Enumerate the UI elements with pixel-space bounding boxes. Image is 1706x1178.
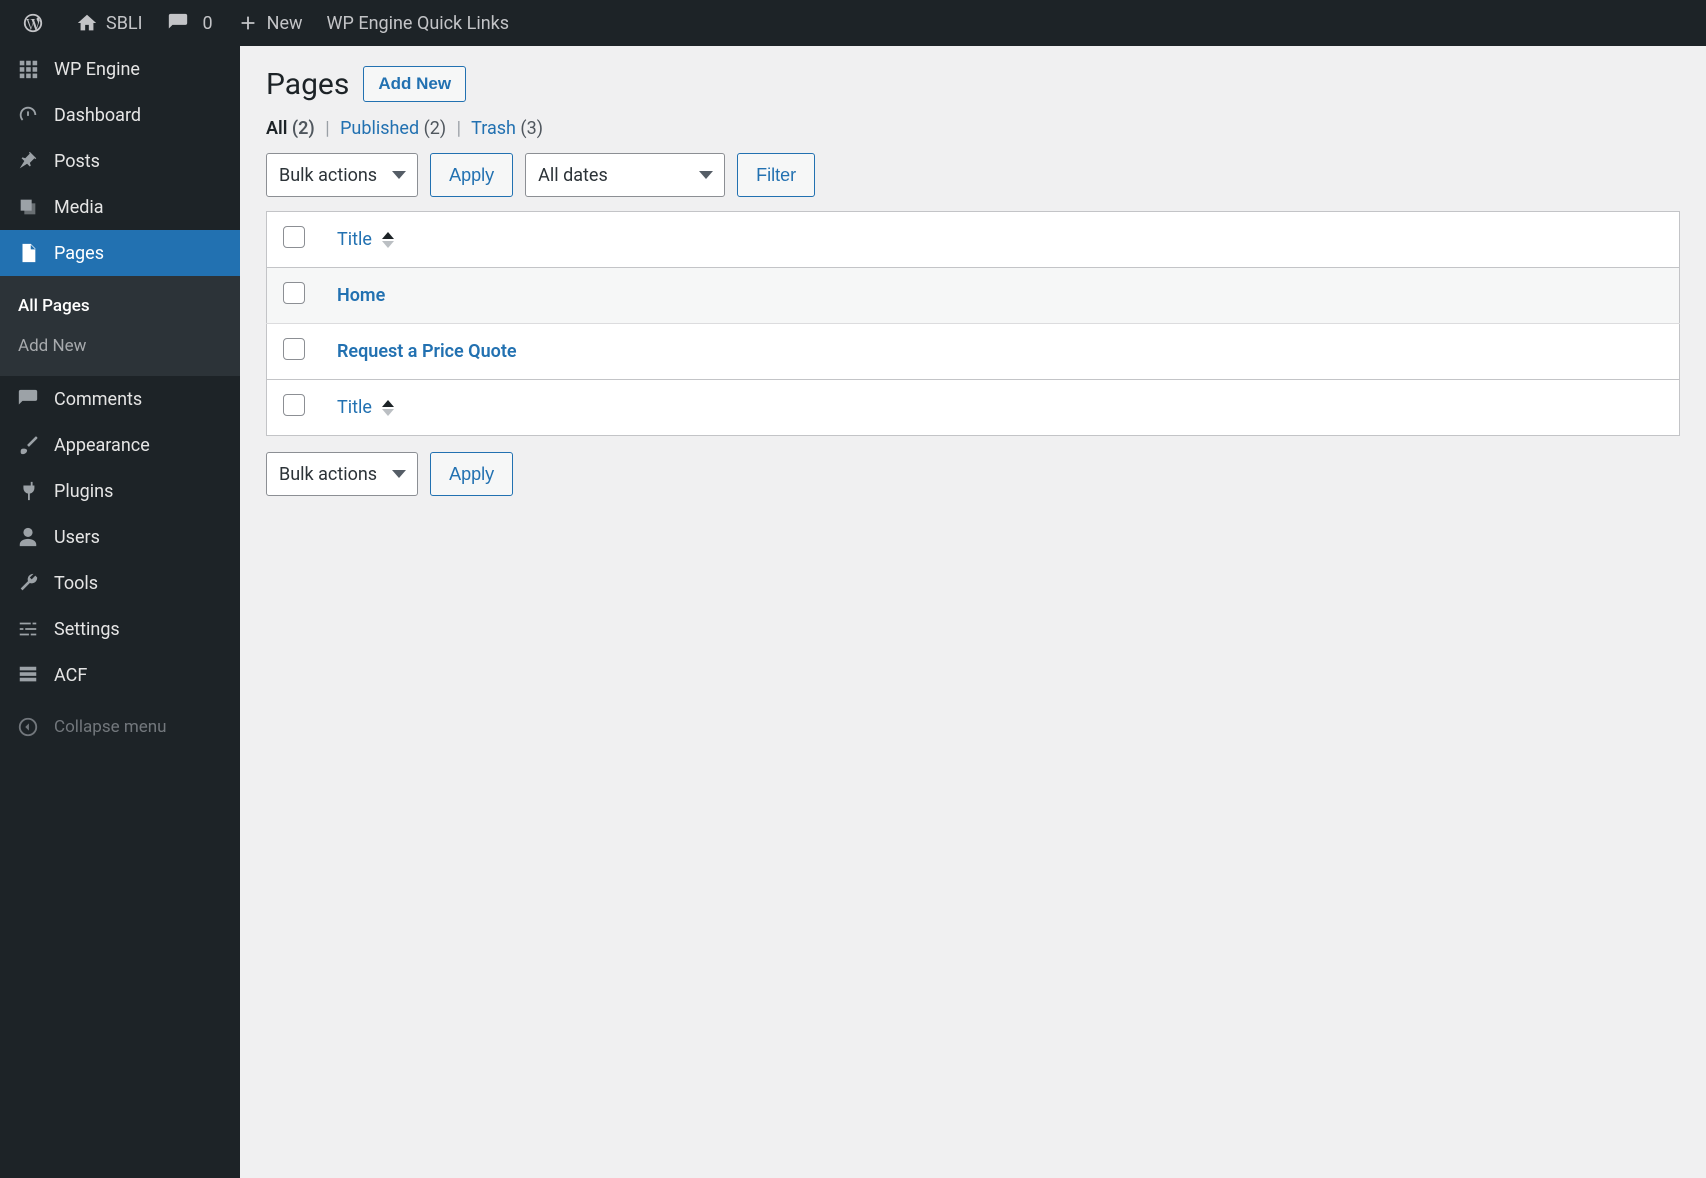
sidebar-item-plugins[interactable]: Plugins <box>0 468 240 514</box>
bulk-actions-select-bottom[interactable]: Bulk actions <box>266 452 418 496</box>
sort-indicator-icon <box>382 400 394 416</box>
sidebar-item-appearance[interactable]: Appearance <box>0 422 240 468</box>
quicklinks-label: WP Engine Quick Links <box>327 13 510 34</box>
wordpress-logo-menu[interactable] <box>10 0 64 46</box>
new-content-menu[interactable]: New <box>225 0 315 46</box>
filter-all[interactable]: All (2) <box>266 118 315 139</box>
home-icon <box>76 12 98 34</box>
sidebar-item-label: Media <box>54 197 104 218</box>
comments-menu[interactable]: 0 <box>155 0 225 46</box>
sidebar-item-comments[interactable]: Comments <box>0 376 240 422</box>
sidebar-item-label: WP Engine <box>54 59 140 80</box>
sidebar-item-dashboard[interactable]: Dashboard <box>0 92 240 138</box>
sidebar-item-label: Posts <box>54 151 100 172</box>
sidebar-item-pages[interactable]: Pages <box>0 230 240 276</box>
tablenav-top: Bulk actions Apply All dates Filter <box>266 153 1680 197</box>
sidebar-item-label: Settings <box>54 619 120 640</box>
page-title: Pages <box>266 67 349 102</box>
filter-button[interactable]: Filter <box>737 153 815 197</box>
sidebar-item-label: Users <box>54 527 100 548</box>
status-filters: All (2) | Published (2) | Trash (3) <box>266 118 1680 139</box>
collapse-label: Collapse menu <box>54 717 167 737</box>
sidebar-item-users[interactable]: Users <box>0 514 240 560</box>
admin-sidebar: WP Engine Dashboard Posts Media Pages <box>0 46 240 1178</box>
admin-bar: SBLI 0 New WP Engine Quick Links <box>0 0 1706 46</box>
wpengine-icon <box>14 58 42 80</box>
table-row: Request a Price Quote <box>267 324 1680 380</box>
sidebar-subitem-label: Add New <box>18 336 86 356</box>
grid-icon <box>14 664 42 686</box>
page-header: Pages Add New <box>266 66 1680 102</box>
sidebar-item-acf[interactable]: ACF <box>0 652 240 698</box>
comment-icon <box>14 388 42 410</box>
sidebar-item-settings[interactable]: Settings <box>0 606 240 652</box>
apply-button-top[interactable]: Apply <box>430 153 513 197</box>
sidebar-subitem-label: All Pages <box>18 296 90 316</box>
pin-icon <box>14 150 42 172</box>
sidebar-item-posts[interactable]: Posts <box>0 138 240 184</box>
sidebar-item-label: Tools <box>54 573 98 594</box>
comment-icon <box>167 12 189 34</box>
sidebar-subitem-add-new[interactable]: Add New <box>0 326 240 366</box>
filter-published[interactable]: Published (2) <box>340 118 446 139</box>
sidebar-item-label: Plugins <box>54 481 113 502</box>
dashboard-icon <box>14 104 42 126</box>
site-name-menu[interactable]: SBLI <box>64 0 155 46</box>
user-icon <box>14 526 42 548</box>
row-checkbox[interactable] <box>283 338 305 360</box>
column-footer-title[interactable]: Title <box>321 380 1680 436</box>
select-all-bottom-checkbox[interactable] <box>283 394 305 416</box>
pages-table: Title Home Request a Price Quote <box>266 211 1680 436</box>
tablenav-bottom: Bulk actions Apply <box>266 452 1680 496</box>
sidebar-item-label: Pages <box>54 243 104 264</box>
column-header-title[interactable]: Title <box>321 212 1680 268</box>
sidebar-item-label: Appearance <box>54 435 150 456</box>
row-title-link[interactable]: Request a Price Quote <box>337 341 517 362</box>
media-icon <box>14 196 42 218</box>
sidebar-submenu-pages: All Pages Add New <box>0 276 240 376</box>
add-new-button[interactable]: Add New <box>363 66 466 102</box>
wordpress-logo-icon <box>22 12 44 34</box>
sidebar-item-label: Dashboard <box>54 105 141 126</box>
row-title-link[interactable]: Home <box>337 285 385 306</box>
new-label: New <box>267 13 303 34</box>
filter-trash[interactable]: Trash (3) <box>471 118 543 139</box>
plug-icon <box>14 480 42 502</box>
collapse-menu-button[interactable]: Collapse menu <box>0 702 240 752</box>
sidebar-item-media[interactable]: Media <box>0 184 240 230</box>
sidebar-item-tools[interactable]: Tools <box>0 560 240 606</box>
sidebar-item-label: Comments <box>54 389 142 410</box>
brush-icon <box>14 434 42 456</box>
row-checkbox[interactable] <box>283 282 305 304</box>
sidebar-item-label: ACF <box>54 665 87 686</box>
site-name-label: SBLI <box>106 13 143 34</box>
bulk-actions-select[interactable]: Bulk actions <box>266 153 418 197</box>
apply-button-bottom[interactable]: Apply <box>430 452 513 496</box>
wpengine-quicklinks-menu[interactable]: WP Engine Quick Links <box>315 0 522 46</box>
collapse-icon <box>14 716 42 738</box>
date-filter-select[interactable]: All dates <box>525 153 725 197</box>
sliders-icon <box>14 618 42 640</box>
select-all-top-checkbox[interactable] <box>283 226 305 248</box>
plus-icon <box>237 12 259 34</box>
sidebar-subitem-all-pages[interactable]: All Pages <box>0 286 240 326</box>
wrench-icon <box>14 572 42 594</box>
main-content: Pages Add New All (2) | Published (2) | … <box>240 46 1706 1178</box>
table-row: Home <box>267 268 1680 324</box>
sort-indicator-icon <box>382 232 394 248</box>
pages-icon <box>14 242 42 264</box>
comments-count: 0 <box>203 13 213 34</box>
sidebar-item-wpengine[interactable]: WP Engine <box>0 46 240 92</box>
